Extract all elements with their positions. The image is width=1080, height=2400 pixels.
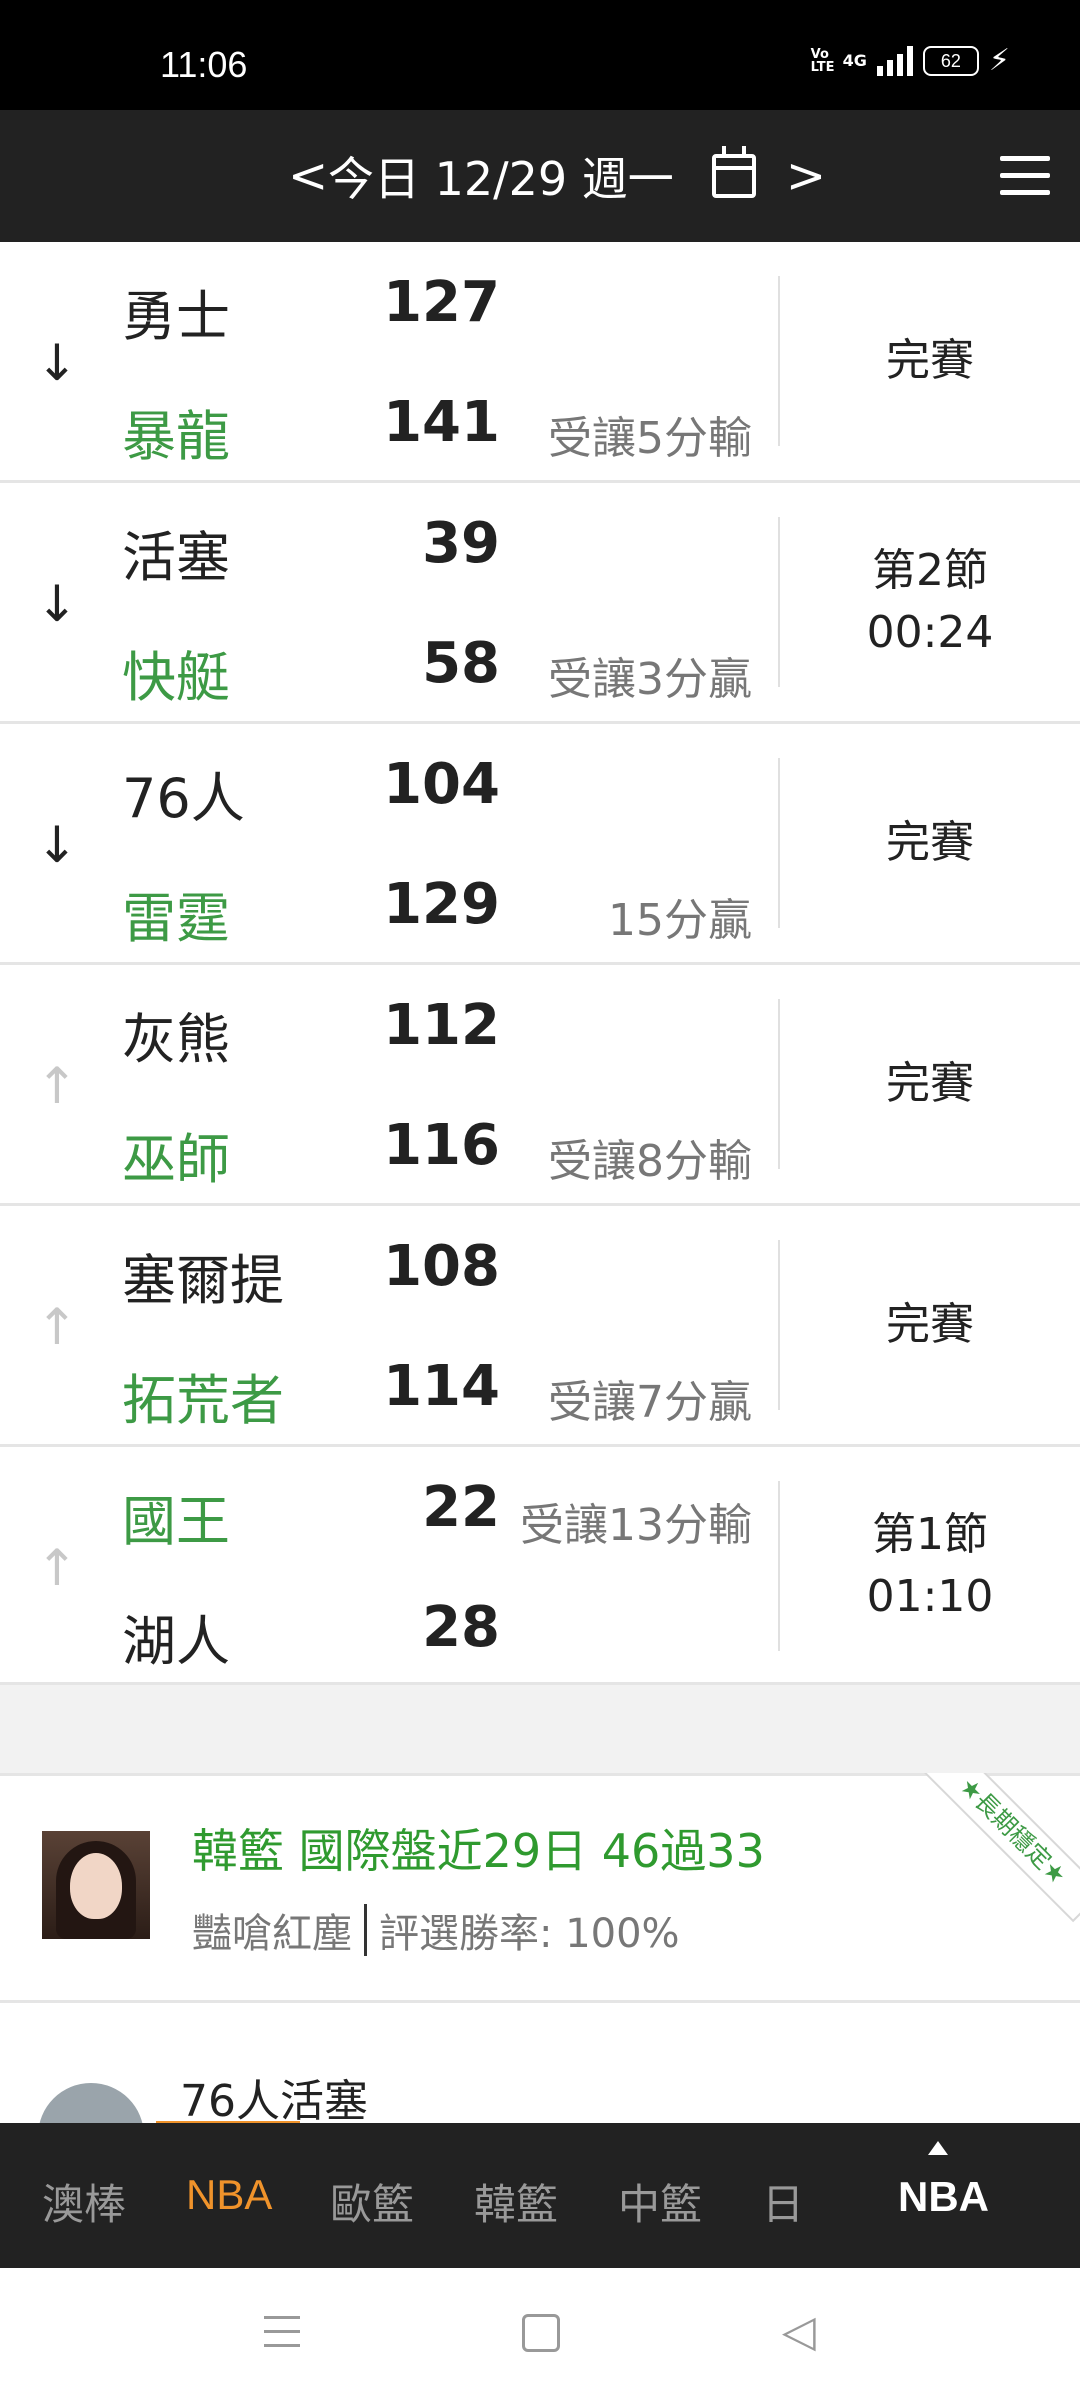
win-rate: 評選勝率: 100% — [379, 1911, 680, 1957]
away-team: 76人 — [122, 767, 245, 830]
sort-arrow-icon[interactable]: ↓ — [36, 338, 78, 388]
expert-promo-card[interactable]: 韓籃 國際盤近29日 46過33 豔嗆紅塵 評選勝率: 100% ★長期穩定★ — [0, 1773, 1080, 2003]
tab-nba[interactable]: NBA — [186, 2171, 272, 2219]
game-row[interactable]: ↑ 塞爾提 拓荒者 108 114 受讓7分贏 完賽 — [0, 1206, 1080, 1447]
home-team: 湖人 — [122, 1610, 230, 1673]
back-icon[interactable]: ◁ — [782, 2310, 816, 2354]
expand-up-icon[interactable] — [928, 2141, 948, 2155]
game-row[interactable]: ↓ 勇士 暴龍 127 141 受讓5分輸 完賽 — [0, 242, 1080, 483]
home-icon[interactable] — [522, 2314, 560, 2352]
bottom-tab-bar: 澳棒 NBA 歐籃 韓籃 中籃 日 NBA — [0, 2123, 1080, 2268]
home-score: 114 — [383, 1354, 500, 1419]
list-item[interactable]: 76人活塞 — [0, 2003, 1080, 2189]
list-item-title: 76人活塞 — [180, 2076, 368, 2127]
game-status: 完賽 — [780, 965, 1080, 1203]
signal-icon — [876, 46, 913, 76]
volte-indicator: Vo LTE — [810, 47, 835, 75]
promo-title[interactable]: 韓籃 國際盤近29日 46過33 — [192, 1815, 765, 1881]
away-score: 112 — [383, 993, 500, 1058]
home-score: 28 — [422, 1595, 500, 1660]
home-odds: 15分贏 — [608, 895, 752, 946]
game-list: ↓ 勇士 暴龍 127 141 受讓5分輸 完賽 ↓ 活塞 快艇 39 58 受… — [0, 242, 1080, 1688]
away-team: 國王 — [122, 1490, 230, 1553]
status-time: 11:06 — [160, 44, 248, 85]
game-status: 完賽 — [780, 242, 1080, 480]
calendar-icon[interactable] — [711, 146, 756, 198]
status-line: 完賽 — [886, 1058, 974, 1109]
date-navigator: < 今日 12/29 週一 > — [288, 110, 826, 242]
game-row[interactable]: ↓ 76人 雷霆 104 129 15分贏 完賽 — [0, 724, 1080, 965]
network-type: 4G — [842, 51, 867, 70]
promo-subtitle: 豔嗆紅塵 評選勝率: 100% — [192, 1901, 680, 1959]
home-score: 116 — [383, 1113, 500, 1178]
next-day-button[interactable]: > — [786, 148, 826, 204]
tab-aus-baseball[interactable]: 澳棒 — [42, 2171, 126, 2232]
hamburger-menu-icon[interactable] — [1000, 156, 1050, 196]
game-status: 完賽 — [780, 1206, 1080, 1444]
home-odds: 受讓5分輸 — [548, 413, 752, 464]
away-score: 22 — [422, 1475, 500, 1540]
separator — [364, 1904, 367, 1956]
home-team: 暴龍 — [122, 405, 230, 468]
section-spacer — [0, 1682, 1080, 1776]
home-team: 拓荒者 — [122, 1369, 284, 1432]
away-score: 108 — [383, 1234, 500, 1299]
away-team: 活塞 — [122, 526, 230, 589]
home-odds: 受讓7分贏 — [548, 1377, 752, 1428]
charging-icon: ⚡ — [988, 43, 1010, 78]
game-status: 第2節 00:24 — [780, 483, 1080, 721]
away-score: 39 — [422, 511, 500, 576]
home-team: 快艇 — [122, 646, 230, 709]
tab-japan[interactable]: 日 — [762, 2171, 804, 2232]
status-clock: 01:10 — [866, 1571, 994, 1622]
system-navigation-bar: ◁ — [0, 2268, 1080, 2400]
status-period: 第2節 — [872, 545, 988, 596]
game-status: 完賽 — [780, 724, 1080, 962]
stable-ribbon: ★長期穩定★ — [921, 1773, 1080, 1923]
status-period: 第1節 — [872, 1509, 988, 1560]
tab-china-basketball[interactable]: 中籃 — [618, 2171, 702, 2232]
date-label[interactable]: 今日 12/29 週一 — [328, 143, 674, 209]
status-line: 完賽 — [886, 335, 974, 386]
home-score: 129 — [383, 872, 500, 937]
away-odds: 受讓13分輸 — [520, 1500, 752, 1551]
game-row[interactable]: ↑ 國王 湖人 22 28 受讓13分輸 第1節 01:10 — [0, 1447, 1080, 1688]
home-odds: 受讓8分輸 — [548, 1136, 752, 1187]
sort-arrow-icon[interactable]: ↑ — [36, 1302, 78, 1352]
sort-arrow-icon[interactable]: ↑ — [36, 1543, 78, 1593]
sort-arrow-icon[interactable]: ↓ — [36, 579, 78, 629]
game-row[interactable]: ↑ 灰熊 巫師 112 116 受讓8分輸 完賽 — [0, 965, 1080, 1206]
away-team: 灰熊 — [122, 1008, 230, 1071]
tab-korea-basketball[interactable]: 韓籃 — [474, 2171, 558, 2232]
away-team: 勇士 — [122, 285, 230, 348]
home-score: 58 — [422, 631, 500, 696]
home-odds: 受讓3分贏 — [548, 654, 752, 705]
away-score: 104 — [383, 752, 500, 817]
prev-day-button[interactable]: < — [288, 148, 328, 204]
recent-apps-icon[interactable] — [264, 2316, 300, 2350]
away-team: 塞爾提 — [122, 1249, 284, 1312]
status-line: 完賽 — [886, 1299, 974, 1350]
expert-name: 豔嗆紅塵 — [192, 1911, 352, 1957]
game-row[interactable]: ↓ 活塞 快艇 39 58 受讓3分贏 第2節 00:24 — [0, 483, 1080, 724]
home-team: 巫師 — [122, 1128, 230, 1191]
sort-arrow-icon[interactable]: ↓ — [36, 820, 78, 870]
expert-avatar[interactable] — [42, 1831, 150, 1939]
top-header: < 今日 12/29 週一 > — [0, 110, 1080, 242]
sort-arrow-icon[interactable]: ↑ — [36, 1061, 78, 1111]
battery-icon: 62 — [922, 46, 979, 76]
tab-euro-basketball[interactable]: 歐籃 — [330, 2171, 414, 2232]
game-status: 第1節 01:10 — [780, 1447, 1080, 1685]
status-icons: Vo LTE 4G 62 ⚡ — [811, 46, 1010, 76]
away-score: 127 — [383, 270, 500, 335]
status-bar: 11:06 Vo LTE 4G 62 ⚡ — [0, 0, 1080, 110]
home-team: 雷霆 — [122, 887, 230, 950]
status-clock: 00:24 — [866, 607, 994, 658]
league-selector[interactable]: NBA — [898, 2173, 989, 2221]
home-score: 141 — [383, 390, 500, 455]
status-line: 完賽 — [886, 817, 974, 868]
